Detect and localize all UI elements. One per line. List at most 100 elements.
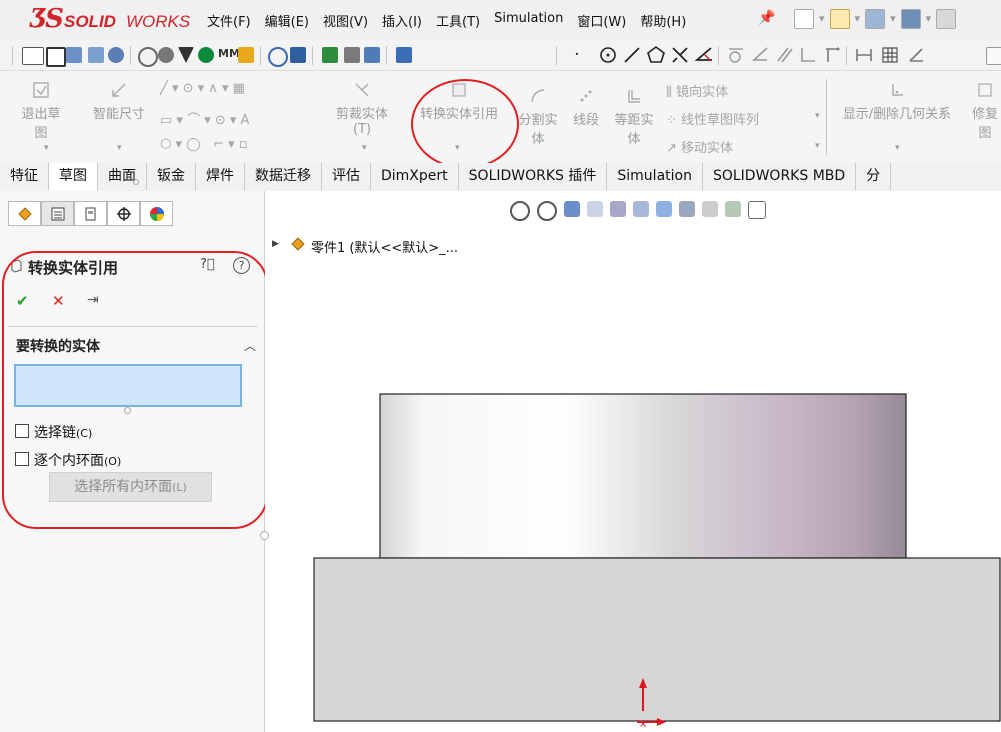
rectangle-tool-group[interactable]: ▭ ▾ ⌒ ▾ ⊙ ▾ A: [160, 109, 249, 128]
undo-icon[interactable]: [936, 9, 957, 29]
part-model[interactable]: ×: [265, 191, 1001, 732]
menu-window[interactable]: 窗口(W): [570, 11, 633, 31]
line-tool-group[interactable]: ╱ ▾ ⊙ ▾ ∧ ▾ ▦: [160, 81, 245, 96]
menu-edit[interactable]: 编辑(E): [258, 11, 316, 31]
cylinder-boss[interactable]: [379, 393, 907, 559]
printer-icon[interactable]: [344, 47, 360, 63]
overflow-icon[interactable]: [986, 47, 1001, 65]
dimension-icon[interactable]: [822, 45, 842, 65]
display-manager-tab-icon[interactable]: [140, 201, 173, 226]
pin-menu-icon[interactable]: 📌: [758, 10, 775, 26]
save-icon[interactable]: [865, 9, 886, 29]
relations-icon: [892, 84, 903, 96]
solidworks-logo[interactable]: ƷS SOLID WORKS: [22, 4, 190, 36]
grid-icon[interactable]: [880, 45, 900, 65]
filter-icon[interactable]: [178, 47, 194, 63]
move-dropdown-icon[interactable]: ▾: [815, 141, 820, 151]
tab-surfaces[interactable]: 曲面: [98, 163, 147, 190]
panel-collapse-handle[interactable]: [133, 179, 139, 185]
perpendicular-icon[interactable]: [750, 45, 770, 65]
parallel-icon[interactable]: [774, 45, 794, 65]
show-relations-label: 显示/删除几何关系: [842, 107, 952, 122]
base-block[interactable]: [313, 557, 1001, 722]
sketch-origin-icon[interactable]: [22, 47, 44, 65]
corner-icon[interactable]: [798, 45, 818, 65]
horizontal-dim-icon[interactable]: [854, 45, 874, 65]
tangent-icon[interactable]: [726, 45, 746, 65]
smart-dim-dropdown-icon[interactable]: ▾: [117, 143, 122, 153]
offset-label-2: 体: [627, 132, 641, 147]
linear-pattern-dropdown-icon[interactable]: ▾: [815, 111, 820, 121]
exit-sketch-dropdown-icon[interactable]: ▾: [44, 143, 49, 153]
tab-dimxpert[interactable]: DimXpert: [371, 163, 459, 190]
mate-icon[interactable]: [238, 47, 254, 63]
line-icon[interactable]: [622, 45, 642, 65]
angle-line-icon[interactable]: [694, 45, 714, 65]
smart-dimension-label: 智能尺寸: [92, 107, 145, 122]
location-icon[interactable]: [198, 47, 214, 63]
angle-icon[interactable]: [906, 45, 926, 65]
tab-data-migration[interactable]: 数据迁移: [245, 163, 322, 190]
measure-icon[interactable]: MM: [218, 47, 240, 63]
search-icon[interactable]: [268, 47, 288, 67]
tab-overflow[interactable]: 分: [856, 163, 892, 190]
menu-insert[interactable]: 插入(I): [375, 11, 429, 31]
show-relations-button[interactable]: 显示/删除几何关系: [832, 81, 962, 122]
smart-dimension-button[interactable]: 智能尺寸: [90, 81, 148, 122]
exit-sketch-icon: [33, 82, 49, 98]
settings-icon[interactable]: [158, 47, 174, 63]
menu-view[interactable]: 视图(V): [316, 11, 375, 31]
menu-help[interactable]: 帮助(H): [633, 11, 693, 31]
point-icon[interactable]: ·: [574, 45, 594, 65]
tab-simulation[interactable]: Simulation: [607, 163, 703, 190]
repair-sketch-button[interactable]: 修复 图: [968, 81, 1001, 141]
menu-simulation[interactable]: Simulation: [487, 11, 570, 31]
print-icon[interactable]: [900, 9, 921, 29]
linear-pattern-button[interactable]: ⁘ 线性草图阵列: [666, 109, 759, 128]
trim-entities-icon[interactable]: [670, 45, 690, 65]
dimxpert-tab-icon[interactable]: [107, 201, 140, 226]
network-icon[interactable]: [88, 47, 104, 63]
plane-view-icon[interactable]: [46, 47, 66, 67]
repair-label-1: 修复: [971, 107, 998, 122]
document-icon[interactable]: [364, 47, 380, 63]
circle-icon[interactable]: [598, 45, 618, 65]
open-folder-icon[interactable]: [829, 9, 850, 29]
spreadsheet-icon[interactable]: [322, 47, 338, 63]
print-dropdown-icon[interactable]: ▾: [925, 9, 933, 29]
tab-solidworks-mbd[interactable]: SOLIDWORKS MBD: [702, 163, 857, 190]
split-entities-button[interactable]: 分割实 体: [514, 87, 562, 147]
display-icon[interactable]: [66, 47, 82, 63]
tab-evaluate[interactable]: 评估: [322, 163, 371, 190]
trim-entities-button[interactable]: 剪裁实体(T): [327, 81, 397, 137]
tab-sheet-metal[interactable]: 钣金: [147, 163, 196, 190]
new-document-icon[interactable]: [794, 9, 814, 29]
property-manager-tab-icon[interactable]: [41, 201, 74, 226]
exit-sketch-button[interactable]: 退出草图: [18, 81, 64, 141]
graphics-viewport[interactable]: ▶ 零件1 (默认<<默认>_... ×: [260, 191, 1001, 732]
save-dropdown-icon[interactable]: ▾: [889, 9, 897, 29]
binoculars-icon[interactable]: [290, 47, 306, 63]
menu-tools[interactable]: 工具(T): [429, 11, 487, 31]
tab-features[interactable]: 特征: [0, 163, 49, 190]
polygon-icon[interactable]: [646, 45, 666, 65]
move-entities-button[interactable]: ↗ 移动实体: [666, 137, 733, 156]
line-segment-button[interactable]: 线段: [569, 87, 603, 128]
split-label-1: 分割实: [518, 113, 558, 128]
globe-icon[interactable]: [108, 47, 124, 63]
relations-dropdown-icon[interactable]: ▾: [895, 143, 900, 153]
gear-icon[interactable]: [138, 47, 158, 67]
offset-entities-button[interactable]: 等距实 体: [610, 87, 658, 147]
report-icon[interactable]: [396, 47, 412, 63]
open-dropdown-icon[interactable]: ▾: [854, 9, 862, 29]
new-dropdown-icon[interactable]: ▾: [818, 9, 826, 29]
feature-tree-tab-icon[interactable]: [8, 201, 41, 226]
polygon-tool-group[interactable]: ⬡ ▾ ◯ ⌐ ▾ ▫: [160, 137, 248, 152]
configuration-manager-tab-icon[interactable]: [74, 201, 107, 226]
mirror-entities-button[interactable]: ⫼ 镜向实体: [666, 81, 728, 100]
tab-solidworks-addins[interactable]: SOLIDWORKS 插件: [458, 163, 608, 190]
trim-dropdown-icon[interactable]: ▾: [362, 143, 367, 153]
tab-weldments[interactable]: 焊件: [196, 163, 245, 190]
menu-file[interactable]: 文件(F): [200, 11, 258, 31]
tab-sketch[interactable]: 草图: [49, 163, 98, 191]
